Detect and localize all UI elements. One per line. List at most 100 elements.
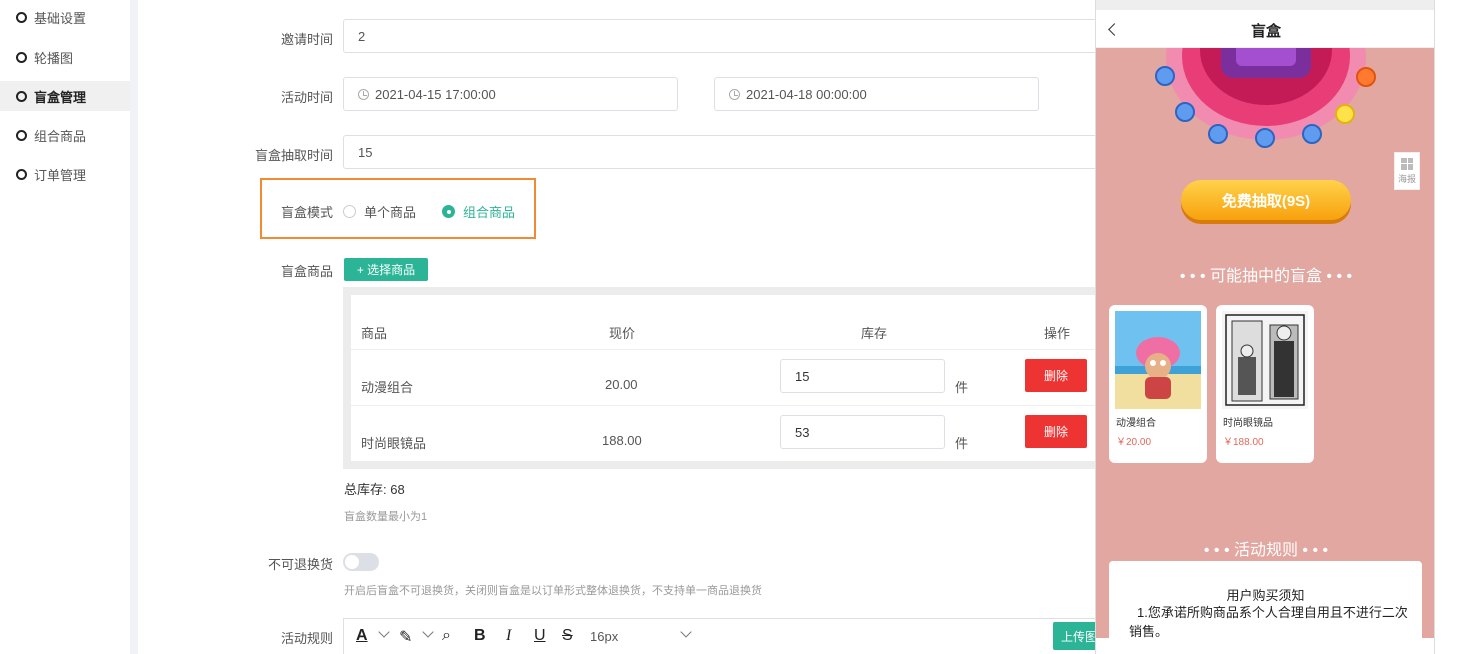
table-header-action: 操作 [1044, 326, 1071, 341]
goods-table: 商品 现价 库存 操作 动漫组合 20.00 15 件 删除 时尚眼镜品 188… [351, 295, 1103, 461]
invite-time-label: 邀请时间 [280, 32, 333, 47]
row-stock-value: 15 [795, 368, 810, 384]
bold-icon[interactable]: B [474, 627, 486, 645]
no-return-label: 不可退换货 [267, 557, 333, 572]
table-divider [351, 349, 1103, 350]
total-stock-value: 68 [390, 482, 405, 497]
row-stock-value: 53 [795, 424, 810, 440]
clock-icon [729, 88, 740, 100]
poster-button[interactable]: 海报 [1394, 152, 1420, 190]
invite-time-value: 2 [358, 28, 366, 44]
sidebar-item-combo-goods[interactable]: 组合商品 [0, 120, 130, 150]
sidebar-item-orders[interactable]: 订单管理 [0, 159, 130, 189]
circle-icon [16, 129, 27, 141]
row-goods-name: 时尚眼镜品 [361, 436, 427, 451]
goods-hint: 盲盒数量最小为1 [344, 511, 428, 523]
mode-radio-single[interactable]: 单个商品 [343, 202, 416, 221]
mode-label: 盲盒模式 [280, 205, 333, 220]
sidebar-item-basic-settings[interactable]: 基础设置 [0, 2, 130, 32]
invite-time-input[interactable]: 2 [343, 19, 1103, 53]
sidebar-item-label: 轮播图 [34, 50, 74, 66]
table-header-stock: 库存 [861, 326, 888, 341]
total-stock-label: 总库存: [344, 482, 387, 497]
radio-circle-icon [343, 205, 356, 218]
italic-icon[interactable]: I [506, 627, 511, 645]
rules-box-text: 1.您承诺所购商品系个人合理自用且不进行二次销售。 [1129, 605, 1408, 639]
underline-icon[interactable]: U [534, 627, 546, 645]
delete-button[interactable]: 删除 [1025, 415, 1087, 448]
sidebar: 基础设置 轮播图 盲盒管理 组合商品 订单管理 [0, 0, 130, 654]
card-name: 时尚眼镜品 [1223, 418, 1273, 429]
mobile-preview: 盲盒 海报 免费抽取(9S) • • • 可能抽中的盲盒 • • • 动漫组合 … [1095, 0, 1435, 654]
chevron-down-icon[interactable] [422, 626, 434, 638]
manga-image [1222, 311, 1308, 409]
row-stock-unit: 件 [955, 436, 969, 451]
sidebar-item-carousel[interactable]: 轮播图 [0, 42, 130, 72]
mode-radio-label: 单个商品 [364, 205, 417, 220]
mode-radio-label: 组合商品 [463, 205, 516, 220]
sidebar-item-blindbox[interactable]: 盲盒管理 [0, 81, 130, 111]
anime-figure-image [1115, 311, 1201, 409]
free-draw-button[interactable]: 免费抽取(9S) [1181, 180, 1351, 220]
card-price: ￥188.00 [1223, 437, 1264, 448]
chevron-down-icon[interactable] [378, 626, 390, 638]
no-return-toggle[interactable] [343, 553, 379, 571]
delete-button[interactable]: 删除 [1025, 359, 1087, 392]
sidebar-item-label: 订单管理 [34, 167, 87, 183]
sidebar-item-label: 盲盒管理 [34, 89, 87, 105]
select-goods-button[interactable]: + 选择商品 [344, 258, 428, 281]
draw-time-value: 15 [358, 144, 373, 160]
row-goods-price: 188.00 [602, 433, 642, 448]
font-color-icon[interactable]: A [356, 627, 368, 645]
circle-icon [16, 168, 27, 180]
box-card[interactable]: 时尚眼镜品 ￥188.00 [1216, 305, 1314, 463]
row-goods-name: 动漫组合 [361, 380, 414, 395]
radio-circle-icon [442, 205, 455, 218]
goods-table-container: 商品 现价 库存 操作 动漫组合 20.00 15 件 删除 时尚眼镜品 188… [343, 287, 1103, 469]
blindbox-machine-illustration [1155, 48, 1376, 148]
table-header-price: 现价 [609, 326, 636, 341]
sidebar-item-label: 基础设置 [34, 10, 87, 26]
clock-icon [358, 88, 369, 100]
chevron-down-icon[interactable] [680, 626, 692, 638]
search-icon[interactable]: ⌕ [442, 627, 451, 645]
page-root: 基础设置 轮播图 盲盒管理 组合商品 订单管理 邀请时间 2 活动时间 2021… [0, 0, 1457, 654]
activity-start-input[interactable]: 2021-04-15 17:00:00 [343, 77, 678, 111]
phone-bottom-bar [1096, 638, 1434, 654]
highlight-pen-icon[interactable]: ✎ [399, 627, 412, 647]
total-stock: 总库存: 68 [344, 479, 405, 498]
no-return-hint: 开启后盲盒不可退换货，关闭则盲盒是以订单形式整体退换货，不支持单一商品退换货 [344, 585, 762, 597]
activity-end-value: 2021-04-18 00:00:00 [746, 86, 867, 102]
activity-end-input[interactable]: 2021-04-18 00:00:00 [714, 77, 1039, 111]
card-name: 动漫组合 [1116, 418, 1156, 429]
goods-label: 盲盒商品 [280, 264, 333, 279]
rules-box-title: 用户购买须知 [1226, 588, 1305, 603]
grid-icon [1401, 157, 1413, 170]
activity-start-value: 2021-04-15 17:00:00 [375, 86, 496, 102]
phone-nav-bar: 盲盒 [1096, 10, 1434, 48]
row-stock-input[interactable]: 15 [780, 359, 945, 393]
row-stock-input[interactable]: 53 [780, 415, 945, 449]
rules-editor-toolbar: A ✎ ⌕ B I U S 16px [343, 618, 1103, 654]
activity-time-label: 活动时间 [280, 90, 333, 105]
circle-icon [16, 90, 27, 102]
font-size-select[interactable]: 16px [590, 629, 618, 644]
table-header-goods: 商品 [361, 326, 388, 341]
row-goods-price: 20.00 [605, 377, 638, 392]
rules-label: 活动规则 [280, 631, 333, 646]
card-price: ￥20.00 [1116, 437, 1152, 448]
sidebar-item-label: 组合商品 [34, 128, 87, 144]
rules-section-title: • • • 活动规则 • • • [1203, 542, 1329, 559]
poster-label: 海报 [1397, 173, 1416, 184]
circle-icon [16, 11, 27, 23]
possible-boxes-title: • • • 可能抽中的盲盒 • • • [1179, 268, 1353, 285]
mode-radio-combo[interactable]: 组合商品 [442, 202, 515, 221]
box-card[interactable]: 动漫组合 ￥20.00 [1109, 305, 1207, 463]
table-divider [351, 405, 1103, 406]
row-stock-unit: 件 [955, 380, 969, 395]
circle-icon [16, 51, 27, 63]
strikethrough-icon[interactable]: S [562, 627, 573, 645]
phone-title: 盲盒 [1250, 23, 1281, 40]
draw-time-input[interactable]: 15 [343, 135, 1103, 169]
draw-time-label: 盲盒抽取时间 [254, 148, 333, 163]
